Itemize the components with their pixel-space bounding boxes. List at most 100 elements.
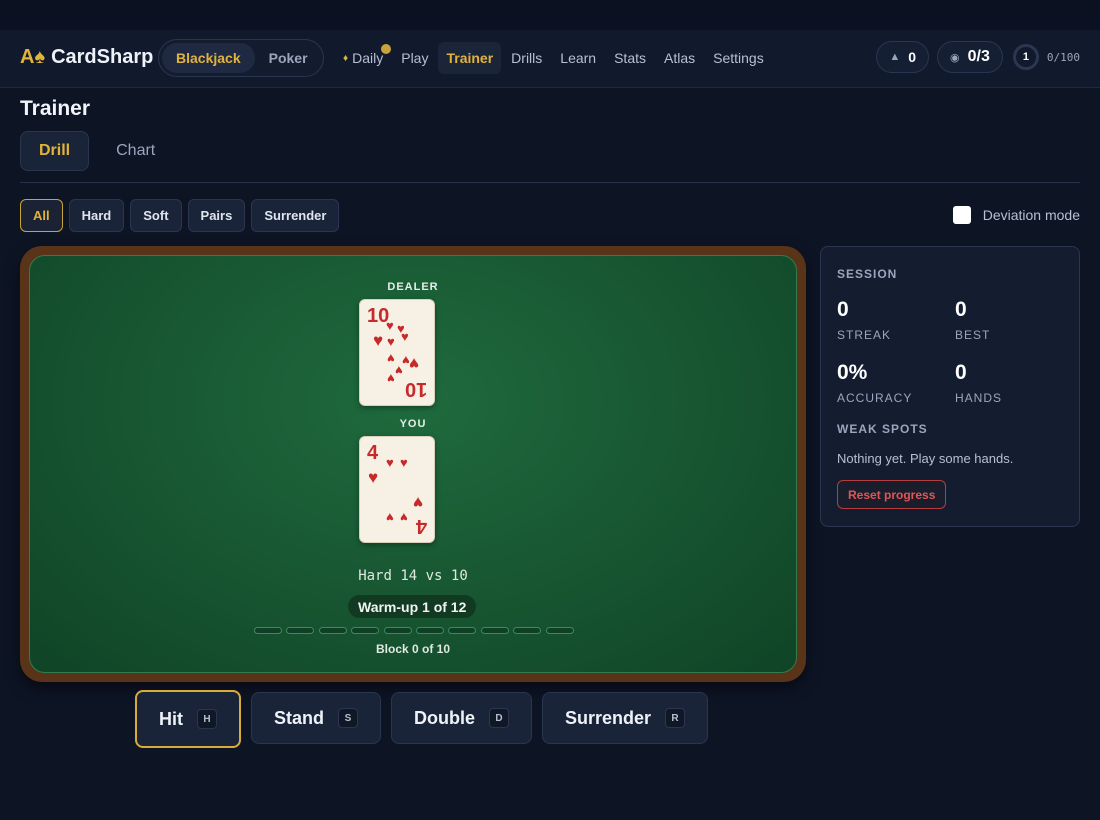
xp-count: 0/100 — [1046, 50, 1080, 64]
accuracy-value: 0% — [837, 361, 868, 384]
nav-daily[interactable]: ♦ Daily — [335, 42, 392, 74]
nav-learn[interactable]: Learn — [552, 42, 604, 74]
player-card-rank-bottom: 4 — [415, 515, 427, 537]
app-name: CardSharp — [51, 46, 154, 68]
best-stat: 0 BEST — [955, 298, 990, 342]
surrender-button[interactable]: Surrender R — [542, 692, 709, 744]
heart-pip: ♥ — [400, 455, 408, 470]
filter-pairs[interactable]: Pairs — [187, 199, 246, 232]
hit-button[interactable]: Hit H — [135, 690, 241, 748]
game-switch: Blackjack Poker — [158, 39, 324, 77]
deviation-mode-toggle[interactable]: Deviation mode — [952, 206, 1080, 224]
game-poker-button[interactable]: Poker — [255, 43, 322, 73]
filter-surrender[interactable]: Surrender — [251, 199, 340, 232]
double-button[interactable]: Double D — [391, 692, 533, 744]
goals-count: 0/3 — [967, 48, 990, 65]
weak-spots-title: WEAK SPOTS — [837, 422, 928, 436]
hand-description: Hard 14 vs 10 — [358, 568, 468, 584]
hands-value: 0 — [955, 361, 967, 384]
trainer-tabs: Drill Chart — [20, 131, 182, 171]
heart-pip: ♥ — [373, 331, 384, 350]
page-title: Trainer — [20, 97, 91, 120]
filter-soft[interactable]: Soft — [130, 199, 182, 232]
tab-chart[interactable]: Chart — [97, 131, 174, 171]
session-title: SESSION — [837, 267, 898, 281]
action-bar: Hit H Stand S Double D Surrender R — [135, 690, 718, 748]
accuracy-label: ACCURACY — [837, 391, 913, 405]
heart-pip: ♥ — [387, 371, 395, 386]
notification-dot — [381, 44, 392, 54]
streak-label: STREAK — [837, 328, 892, 342]
deviation-label: Deviation mode — [982, 207, 1080, 223]
top-navbar: A♠ CardSharp Blackjack Poker ♦ Daily Pla… — [0, 30, 1100, 88]
double-label: Double — [414, 707, 476, 728]
block-progress — [254, 627, 578, 634]
surrender-label: Surrender — [565, 707, 652, 728]
stand-shortcut-key: S — [338, 708, 359, 728]
deviation-checkbox[interactable] — [952, 206, 971, 224]
heart-pip: ♥ — [401, 329, 409, 344]
heart-pip: ♥ — [395, 363, 403, 378]
heart-pip: ♥ — [386, 455, 394, 470]
reset-progress-button[interactable]: Reset progress — [837, 480, 947, 509]
nav-atlas[interactable]: Atlas — [656, 42, 703, 74]
accuracy-stat: 0% ACCURACY — [837, 361, 912, 405]
divider — [20, 182, 1080, 183]
streak-value: 0 — [837, 298, 849, 321]
hand-filters: All Hard Soft Pairs Surrender — [20, 199, 345, 232]
logo-mark: A♠ — [20, 46, 46, 68]
filter-hard[interactable]: Hard — [68, 199, 125, 232]
block-label: Block 0 of 10 — [375, 642, 451, 656]
heart-pip: ♥ — [386, 510, 394, 525]
best-label: BEST — [955, 328, 991, 342]
best-value: 0 — [955, 298, 967, 321]
heart-pip: ♥ — [387, 351, 395, 366]
daily-goals-pill[interactable]: ◉ 0/3 — [937, 41, 1003, 73]
window-top-strip — [0, 0, 1100, 30]
block-progress-segment — [415, 627, 444, 634]
nav-play[interactable]: Play — [393, 42, 436, 74]
flame-icon: ▲ — [889, 51, 901, 63]
heart-pip: ♥ — [409, 354, 420, 373]
hit-label: Hit — [159, 708, 183, 729]
block-progress-segment — [351, 627, 380, 634]
block-progress-segment — [286, 627, 315, 634]
filter-all[interactable]: All — [20, 199, 63, 232]
player-card-rank: 4 — [367, 442, 379, 464]
nav-trainer[interactable]: Trainer — [438, 42, 502, 74]
stand-button[interactable]: Stand S — [251, 692, 382, 744]
nav-daily-label: Daily — [352, 50, 384, 66]
block-progress-segment — [480, 627, 509, 634]
double-shortcut-key: D — [489, 708, 510, 728]
dealer-card-rank-bottom: 10 — [404, 378, 427, 400]
level-ring: 1 — [1012, 44, 1039, 70]
streak-pill[interactable]: ▲ 0 — [876, 41, 930, 73]
blackjack-table: DEALER 10 ♥ ♥ ♥ ♥ ♥ ♥ ♥ ♥ ♥ ♥ 10 YOU 4 ♥… — [20, 246, 806, 682]
nav-settings[interactable]: Settings — [705, 42, 772, 74]
table-felt: DEALER 10 ♥ ♥ ♥ ♥ ♥ ♥ ♥ ♥ ♥ ♥ 10 YOU 4 ♥… — [29, 255, 797, 673]
hit-shortcut-key: H — [197, 709, 217, 729]
heart-pip: ♥ — [400, 510, 408, 525]
main-nav: ♦ Daily Play Trainer Drills Learn Stats … — [335, 42, 774, 74]
hands-label: HANDS — [955, 391, 1003, 405]
nav-stats[interactable]: Stats — [606, 42, 654, 74]
block-progress-segment — [318, 627, 347, 634]
level-indicator[interactable]: 1 0/100 — [1012, 44, 1080, 70]
player-card: 4 ♥ ♥ ♥ ♥ ♥ ♥ 4 — [359, 436, 435, 543]
nav-drills[interactable]: Drills — [503, 42, 550, 74]
app-logo[interactable]: A♠ CardSharp — [20, 46, 153, 69]
header-stats: ▲ 0 ◉ 0/3 1 0/100 — [868, 41, 1080, 73]
surrender-shortcut-key: R — [665, 708, 686, 728]
dealer-label: DEALER — [387, 281, 439, 293]
heart-pip: ♥ — [387, 334, 395, 349]
streak-count: 0 — [908, 49, 917, 65]
heart-pip: ♥ — [386, 318, 394, 333]
tab-drill[interactable]: Drill — [20, 131, 90, 171]
block-progress-segment — [254, 627, 282, 634]
weak-spots-text: Nothing yet. Play some hands. — [837, 451, 1014, 466]
heart-pip: ♥ — [413, 493, 424, 512]
block-progress-segment — [383, 627, 412, 634]
stand-label: Stand — [274, 707, 325, 728]
target-icon: ◉ — [950, 51, 960, 64]
game-blackjack-button[interactable]: Blackjack — [162, 43, 255, 73]
